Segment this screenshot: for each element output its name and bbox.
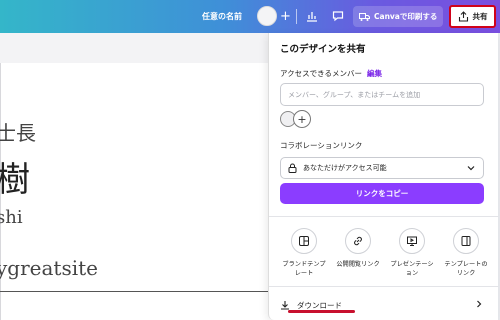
chevron-down-icon bbox=[467, 166, 475, 171]
brand-template-icon bbox=[291, 228, 317, 254]
link-access-select[interactable]: あなただけがアクセス可能 bbox=[280, 157, 484, 179]
print-label: Canvaで印刷する bbox=[374, 12, 438, 21]
chevron-right-icon bbox=[477, 300, 482, 308]
truck-icon bbox=[359, 12, 370, 21]
option-brand-template[interactable]: ブランドテンプ レート bbox=[277, 228, 331, 278]
add-collaborator-button[interactable]: + bbox=[280, 0, 291, 33]
comment-button[interactable] bbox=[328, 6, 348, 26]
option-template-link[interactable]: テンプレートの リンク bbox=[439, 228, 493, 278]
download-icon bbox=[281, 301, 289, 310]
option-label: ブランドテンプ レート bbox=[282, 261, 326, 277]
canvas-divider-line bbox=[0, 291, 272, 292]
divider bbox=[269, 286, 499, 287]
share-label: 共有 bbox=[472, 12, 488, 21]
lock-icon bbox=[288, 163, 297, 173]
copy-link-button[interactable]: リンクをコピー bbox=[280, 183, 484, 204]
panel-title: このデザインを共有 bbox=[280, 44, 366, 55]
highlight-underline bbox=[288, 310, 355, 313]
analytics-button[interactable] bbox=[302, 6, 322, 26]
canvas-text-3[interactable]: shi bbox=[0, 207, 23, 228]
divider bbox=[269, 216, 499, 217]
share-button[interactable]: 共有 bbox=[449, 5, 496, 28]
add-member-button[interactable]: + bbox=[293, 110, 311, 128]
design-name[interactable]: 任意の名前 bbox=[202, 0, 242, 33]
access-members-label: アクセスできるメンバー bbox=[280, 69, 362, 78]
page-header-strip bbox=[0, 33, 272, 63]
share-panel: このデザインを共有 アクセスできるメンバー 編集 メンバー、グループ、またはチー… bbox=[268, 33, 499, 320]
presentation-icon bbox=[399, 228, 425, 254]
divider bbox=[296, 9, 297, 24]
link-icon bbox=[345, 228, 371, 254]
collaboration-link-label: コラボレーションリンク bbox=[280, 141, 363, 150]
bar-chart-icon bbox=[307, 12, 317, 22]
template-link-icon bbox=[453, 228, 479, 254]
add-member-input[interactable]: メンバー、グループ、またはチームを追加 bbox=[280, 83, 484, 106]
canvas-text-1[interactable]: 士長 bbox=[0, 117, 36, 146]
canvas-text-4[interactable]: ygreatsite bbox=[0, 256, 98, 280]
link-access-value: あなただけがアクセス可能 bbox=[303, 164, 387, 172]
print-button[interactable]: Canvaで印刷する bbox=[353, 6, 443, 27]
access-members-row: アクセスできるメンバー 編集 bbox=[280, 68, 382, 79]
download-label: ダウンロード bbox=[297, 300, 342, 310]
option-presentation[interactable]: プレゼンテーシ ョン bbox=[385, 228, 439, 278]
canvas-text-2[interactable]: 樹 bbox=[0, 152, 30, 201]
option-label: 公開閲覧リンク bbox=[336, 261, 380, 268]
comment-icon bbox=[332, 11, 344, 22]
share-upload-icon bbox=[458, 11, 468, 22]
option-label: テンプレートの リンク bbox=[444, 261, 488, 277]
edit-access-link[interactable]: 編集 bbox=[367, 68, 382, 79]
option-public-link[interactable]: 公開閲覧リンク bbox=[331, 228, 385, 269]
avatar[interactable] bbox=[257, 6, 277, 26]
option-label: プレゼンテーシ ョン bbox=[390, 261, 434, 277]
